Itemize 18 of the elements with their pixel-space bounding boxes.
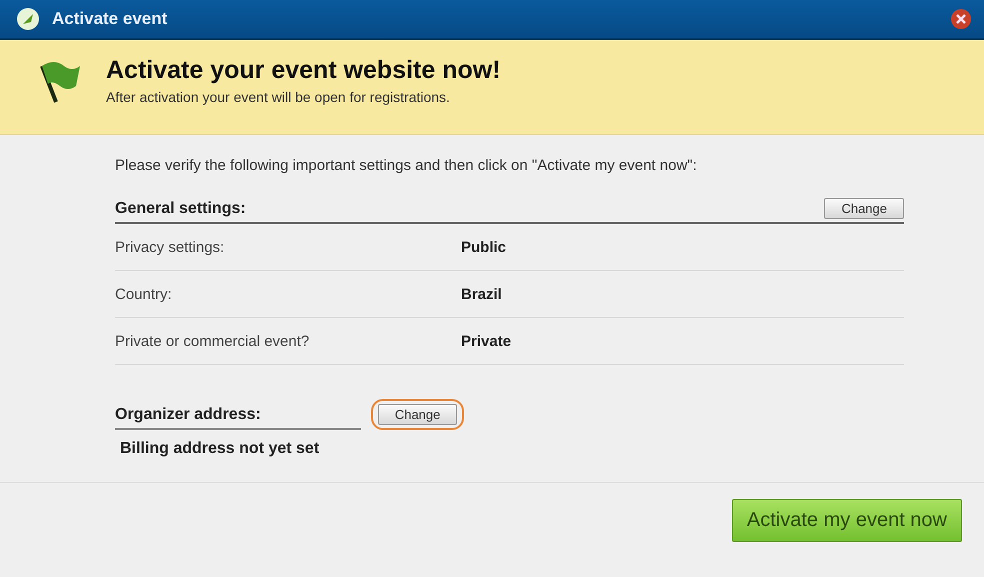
address-status: Billing address not yet set xyxy=(120,440,320,458)
change-button[interactable]: Change xyxy=(824,198,904,219)
setting-value: Private xyxy=(461,332,512,350)
setting-value: Brazil xyxy=(461,286,502,302)
banner-subtext: After activation your event will be open for registrations. xyxy=(106,89,451,105)
banner-heading: Activate your event website now! xyxy=(106,56,501,85)
close-icon[interactable] xyxy=(950,8,972,30)
app-logo-icon xyxy=(16,7,40,31)
setting-label: Privacy settings: xyxy=(115,238,226,256)
instruction-text: Please verify the following important settings and then click on "Activate my event now": xyxy=(115,157,698,174)
setting-value: Public xyxy=(461,238,506,256)
section-title: General settings: xyxy=(115,200,246,218)
activate-button[interactable]: Activate my event now xyxy=(732,499,962,542)
change-button[interactable]: Change xyxy=(378,404,458,425)
section-title: Organizer address: xyxy=(115,400,361,430)
setting-label: Private or commercial event? xyxy=(115,332,310,350)
setting-label: Country: xyxy=(115,286,173,302)
window-title: Activate event xyxy=(52,9,168,29)
